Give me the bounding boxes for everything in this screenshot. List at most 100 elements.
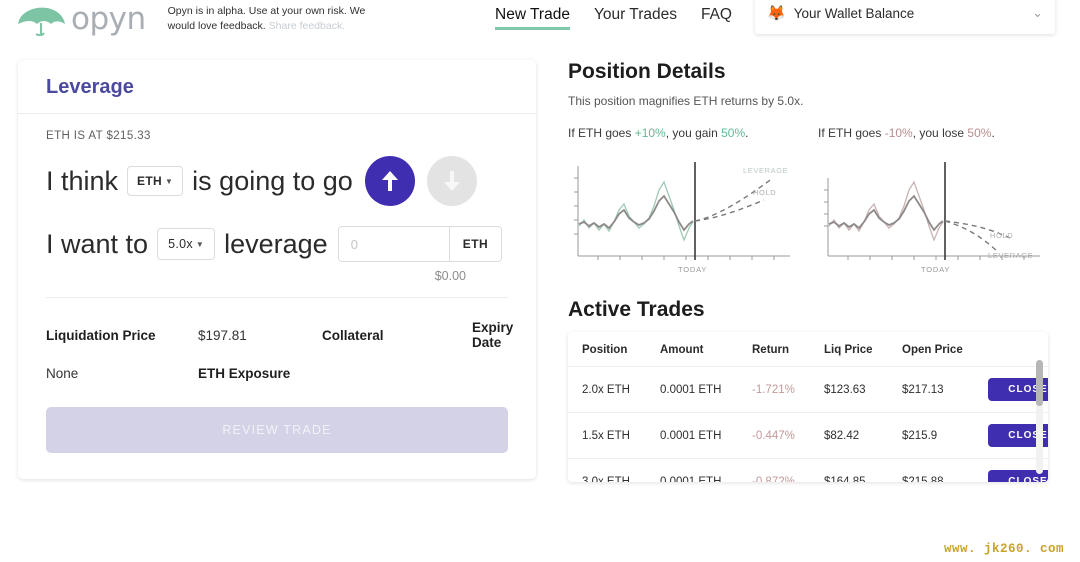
asset-select[interactable]: ETH ▼ (127, 166, 183, 196)
cell-liq-price: $123.63 (824, 384, 902, 396)
position-stats: Liquidation Price $197.81 Collateral 0 E… (18, 302, 536, 385)
stat-label-collateral: Collateral (322, 328, 472, 343)
leverage-row-middle: leverage (224, 229, 328, 260)
cell-return: -0.447% (752, 430, 824, 442)
app-header: opyn Opyn is in alpha. Use at your own r… (0, 0, 1080, 42)
leverage-select-label: 5.0x (168, 237, 193, 251)
stat-label-liquidation-price: Liquidation Price (46, 328, 198, 343)
amount-input[interactable] (339, 227, 449, 261)
cell-open-price: $215.9 (902, 430, 988, 442)
column-header-position: Position (582, 344, 660, 356)
leverage-select[interactable]: 5.0x ▼ (157, 228, 215, 260)
caret-down-icon: ▼ (165, 177, 173, 186)
scenario-upside-prefix: If ETH goes (568, 126, 635, 140)
stat-value-expiry-date: None (46, 366, 198, 381)
nav-item-faq[interactable]: FAQ (701, 6, 732, 29)
active-trades-title: Active Trades (568, 298, 1068, 322)
leverage-row: I want to 5.0x ▼ leverage ETH (46, 226, 508, 262)
nav-item-your-trades[interactable]: Your Trades (594, 6, 677, 29)
umbrella-icon (14, 4, 70, 34)
cell-return: -0.872% (752, 476, 824, 483)
scenario-upside-suffix: . (745, 126, 748, 140)
page-title: Leverage (46, 76, 508, 99)
wallet-balance-dropdown[interactable]: 🦊 Your Wallet Balance ⌄ (755, 0, 1055, 34)
scenario-downside-change: -10% (885, 126, 913, 140)
position-details-title: Position Details (568, 60, 1068, 84)
chevron-down-icon[interactable]: ⌄ (1032, 5, 1043, 21)
table-header-row: Position Amount Return Liq Price Open Pr… (568, 332, 1048, 366)
cell-open-price: $215.88 (902, 476, 988, 483)
right-column: Position Details This position magnifies… (568, 60, 1068, 482)
stat-label-eth-exposure: ETH Exposure (198, 366, 322, 381)
leverage-card-body: ETH IS AT $215.33 I think ETH ▼ is going… (18, 114, 536, 302)
page-content: Leverage ETH IS AT $215.33 I think ETH ▼… (0, 42, 1080, 562)
wallet-balance-label: Your Wallet Balance (794, 6, 1032, 21)
watermark: www. jk260. com (944, 542, 1064, 556)
table-scrollbar-thumb[interactable] (1036, 360, 1043, 406)
sentence-prefix: I think (46, 166, 118, 197)
chart-label-hold: HOLD (753, 188, 776, 197)
direction-down-button[interactable] (427, 156, 477, 206)
scenario-downside: If ETH goes -10%, you lose 50%. (818, 126, 1054, 278)
direction-row: I think ETH ▼ is going to go (46, 156, 508, 206)
nav-item-new-trade[interactable]: New Trade (495, 6, 570, 29)
direction-up-button[interactable] (365, 156, 415, 206)
leverage-card-header: Leverage (18, 60, 536, 114)
position-details-subtitle: This position magnifies ETH returns by 5… (568, 94, 1068, 108)
card-divider (46, 297, 508, 298)
chart-label-today: TODAY (921, 265, 950, 274)
scenario-upside-middle: , you gain (666, 126, 721, 140)
column-header-amount: Amount (660, 344, 752, 356)
arrow-down-icon (441, 168, 463, 194)
column-header-open-price: Open Price (902, 344, 988, 356)
amount-unit-button[interactable]: ETH (449, 227, 502, 261)
scenario-downside-middle: , you lose (913, 126, 968, 140)
sentence-middle: is going to go (192, 166, 353, 197)
cell-amount: 0.0001 ETH (660, 430, 752, 442)
column-header-return: Return (752, 344, 824, 356)
scenario-upside: If ETH goes +10%, you gain 50%. (568, 126, 804, 278)
table-row: 1.5x ETH 0.0001 ETH -0.447% $82.42 $215.… (568, 412, 1048, 458)
scenario-downside-text: If ETH goes -10%, you lose 50%. (818, 126, 1054, 140)
cell-return: -1.721% (752, 384, 824, 396)
cell-liq-price: $164.85 (824, 476, 902, 483)
alpha-notice: Opyn is in alpha. Use at your own risk. … (168, 4, 368, 34)
chart-label-leverage: LEVERAGE (988, 251, 1033, 260)
caret-down-icon: ▼ (196, 240, 204, 249)
cell-position: 1.5x ETH (582, 430, 660, 442)
table-row: 3.0x ETH 0.0001 ETH -0.872% $164.85 $215… (568, 458, 1048, 482)
scenario-charts: If ETH goes +10%, you gain 50%. (568, 126, 1068, 278)
cell-position: 2.0x ETH (582, 384, 660, 396)
metamask-fox-icon: 🦊 (767, 6, 786, 21)
scenario-downside-chart: HOLD LEVERAGE TODAY (818, 148, 1048, 278)
scenario-downside-result: 50% (967, 126, 991, 140)
scenario-upside-chart: LEVERAGE HOLD TODAY (568, 148, 798, 278)
scenario-upside-change: +10% (635, 126, 666, 140)
leverage-card: Leverage ETH IS AT $215.33 I think ETH ▼… (18, 60, 536, 479)
scenario-upside-result: 50% (721, 126, 745, 140)
cell-open-price: $217.13 (902, 384, 988, 396)
chart-label-leverage: LEVERAGE (743, 166, 788, 175)
amount-usd-value: $0.00 (46, 269, 508, 283)
cell-amount: 0.0001 ETH (660, 384, 752, 396)
share-feedback-link[interactable]: Share feedback. (269, 20, 345, 32)
leverage-row-prefix: I want to (46, 229, 148, 260)
logo-text: opyn (71, 4, 146, 34)
chart-label-today: TODAY (678, 265, 707, 274)
cell-liq-price: $82.42 (824, 430, 902, 442)
review-trade-button[interactable]: REVIEW TRADE (46, 407, 508, 453)
cell-position: 3.0x ETH (582, 476, 660, 483)
eth-price-label: ETH IS AT $215.33 (46, 130, 508, 142)
stat-value-liquidation-price: $197.81 (198, 328, 322, 343)
arrow-up-icon (379, 168, 401, 194)
table-row: 2.0x ETH 0.0001 ETH -1.721% $123.63 $217… (568, 366, 1048, 412)
table-scrollbar[interactable] (1036, 360, 1043, 474)
asset-select-label: ETH (137, 174, 162, 188)
scenario-downside-suffix: . (991, 126, 994, 140)
amount-field-group: ETH (338, 226, 503, 262)
scenario-upside-text: If ETH goes +10%, you gain 50%. (568, 126, 804, 140)
active-trades-table: Position Amount Return Liq Price Open Pr… (568, 332, 1048, 482)
logo[interactable]: opyn (0, 0, 146, 34)
column-header-liq-price: Liq Price (824, 344, 902, 356)
chart-label-hold: HOLD (990, 231, 1013, 240)
